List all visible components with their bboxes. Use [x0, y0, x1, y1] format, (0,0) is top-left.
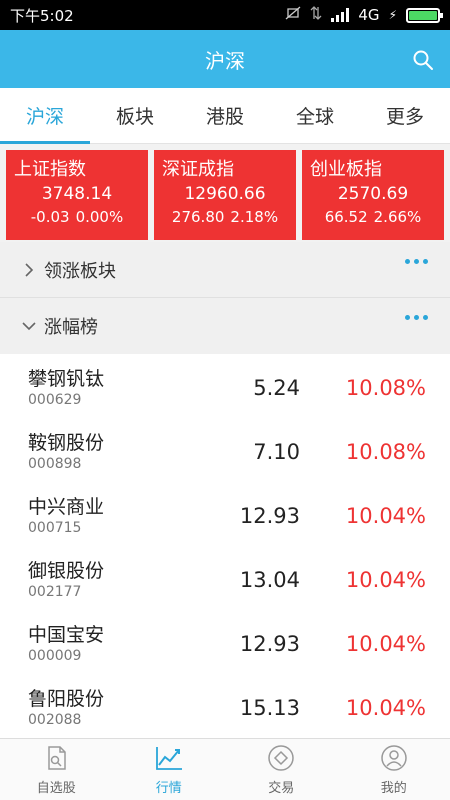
gainers-list: 攀钢钒钛 000629 5.24 10.08% 鞍钢股份 000898 7.10… [0, 354, 450, 738]
nav-label: 自选股 [36, 781, 76, 796]
stock-change-pct: 10.04% [345, 696, 426, 720]
search-icon[interactable] [412, 49, 434, 71]
chevron-down-icon [20, 317, 38, 335]
stock-change-pct: 10.08% [345, 376, 426, 400]
index-card-shanghai[interactable]: 上证指数 3748.14 -0.03 0.00% [6, 150, 148, 240]
status-bar: 下午5:02 4G ⚡ [0, 0, 450, 30]
profile-icon [379, 743, 409, 773]
status-icons: 4G ⚡ [285, 6, 443, 24]
stock-name: 鞍钢股份 [28, 432, 105, 454]
nav-profile[interactable]: 我的 [338, 739, 450, 800]
nav-trade[interactable]: 交易 [225, 739, 338, 800]
stock-price: 12.93 [239, 632, 300, 656]
stock-price: 13.04 [239, 568, 300, 592]
battery-icon [406, 7, 443, 23]
mute-icon [285, 6, 301, 24]
list-item[interactable]: 攀钢钒钛 000629 5.24 10.08% [0, 354, 450, 418]
network-type: 4G [358, 6, 380, 24]
list-item[interactable]: 御银股份 002177 13.04 10.04% [0, 546, 450, 610]
tab-sectors[interactable]: 板块 [90, 88, 180, 143]
index-value: 3748.14 [41, 184, 113, 204]
index-name: 深证成指 [162, 159, 234, 180]
index-value: 2570.69 [337, 184, 409, 204]
market-tabs: 沪深 板块 港股 全球 更多 [0, 88, 450, 144]
stock-name: 攀钢钒钛 [28, 368, 105, 390]
stock-name: 鲁阳股份 [28, 688, 105, 710]
tab-hushen[interactable]: 沪深 [0, 88, 90, 144]
list-item[interactable]: 鲁阳股份 002088 15.13 10.04% [0, 674, 450, 738]
list-item[interactable]: 中国宝安 000009 12.93 10.04% [0, 610, 450, 674]
stock-price: 15.13 [239, 696, 300, 720]
index-name: 上证指数 [14, 159, 86, 180]
stock-name: 中兴商业 [28, 496, 105, 518]
charging-icon: ⚡ [388, 8, 397, 22]
stock-code: 000715 [28, 520, 82, 536]
nav-market[interactable]: 行情 [113, 739, 226, 800]
stock-code: 002088 [28, 712, 82, 728]
stock-price: 5.24 [253, 376, 300, 400]
index-pct: 0.00% [75, 208, 124, 226]
trade-icon [266, 743, 296, 773]
section-label: 涨幅榜 [44, 317, 98, 338]
index-change-row: 66.52 2.66% [310, 206, 444, 228]
stock-code: 000898 [28, 456, 82, 472]
tab-more[interactable]: 更多 [360, 88, 450, 143]
bottom-nav: 自选股 行情 交易 我的 [0, 738, 450, 800]
stock-name: 御银股份 [28, 560, 105, 582]
watchlist-icon [41, 743, 71, 773]
index-change: -0.03 [30, 208, 70, 226]
tab-global[interactable]: 全球 [270, 88, 360, 143]
chevron-right-icon [20, 261, 38, 279]
index-change-row: -0.03 0.00% [14, 206, 148, 228]
status-time: 下午5:02 [10, 6, 74, 25]
nav-label: 交易 [268, 781, 295, 796]
nav-label: 我的 [380, 781, 407, 796]
page-title: 沪深 [205, 48, 245, 73]
index-change: 276.80 [171, 208, 225, 226]
index-name: 创业板指 [310, 159, 382, 180]
stock-change-pct: 10.08% [345, 440, 426, 464]
section-leading-sectors[interactable]: 领涨板块 [0, 242, 450, 298]
index-change-row: 276.80 2.18% [162, 206, 296, 228]
index-change: 66.52 [324, 208, 368, 226]
more-dots-icon[interactable] [405, 259, 428, 264]
stock-change-pct: 10.04% [345, 504, 426, 528]
stock-change-pct: 10.04% [345, 632, 426, 656]
list-item[interactable]: 中兴商业 000715 12.93 10.04% [0, 482, 450, 546]
market-chart-icon [154, 743, 184, 773]
stock-code: 000629 [28, 392, 82, 408]
stock-price: 12.93 [239, 504, 300, 528]
stock-price: 7.10 [253, 440, 300, 464]
tab-hk-stocks[interactable]: 港股 [180, 88, 270, 143]
stock-change-pct: 10.04% [345, 568, 426, 592]
index-pct: 2.66% [373, 208, 422, 226]
more-dots-icon[interactable] [405, 315, 428, 320]
index-card-shenzhen[interactable]: 深证成指 12960.66 276.80 2.18% [154, 150, 296, 240]
index-pct: 2.18% [230, 208, 279, 226]
stock-code: 002177 [28, 584, 82, 600]
signal-icon [331, 8, 350, 22]
index-cards: 上证指数 3748.14 -0.03 0.00% 深证成指 12960.66 2… [0, 144, 450, 242]
nav-label: 行情 [155, 781, 182, 796]
section-gainers[interactable]: 涨幅榜 [0, 298, 450, 354]
stock-code: 000009 [28, 648, 82, 664]
index-card-chinext[interactable]: 创业板指 2570.69 66.52 2.66% [302, 150, 444, 240]
section-label: 领涨板块 [44, 260, 116, 282]
data-transfer-icon [310, 6, 322, 24]
list-item[interactable]: 鞍钢股份 000898 7.10 10.08% [0, 418, 450, 482]
stock-name: 中国宝安 [28, 624, 105, 646]
index-value: 12960.66 [184, 184, 266, 204]
title-bar: 沪深 [0, 30, 450, 88]
nav-watchlist[interactable]: 自选股 [0, 739, 113, 800]
